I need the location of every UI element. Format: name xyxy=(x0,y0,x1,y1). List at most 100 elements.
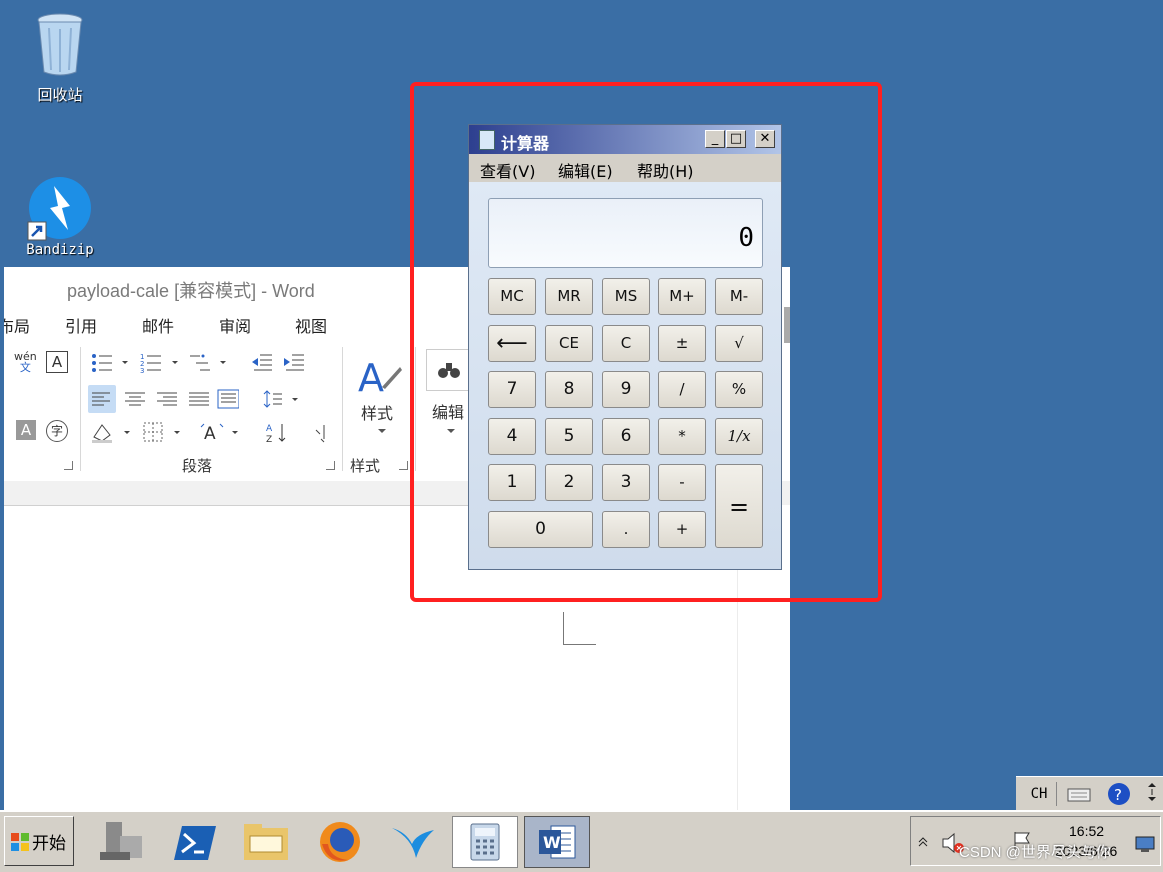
watermark-text: CSDN @世界尽头与你 xyxy=(959,844,1111,861)
file-explorer-icon[interactable] xyxy=(240,818,292,866)
taskbar-word-button[interactable]: W xyxy=(524,816,590,868)
digit-1-button[interactable]: 1 xyxy=(488,464,536,501)
server-manager-icon[interactable] xyxy=(98,818,150,866)
memory-subtract-button[interactable]: M- xyxy=(715,278,763,315)
bandizip-label: Bandizip xyxy=(26,242,94,258)
increase-indent-icon[interactable] xyxy=(282,351,304,373)
sort-icon[interactable]: AZ xyxy=(266,421,288,443)
memory-add-button[interactable]: M+ xyxy=(658,278,706,315)
digit-8-button[interactable]: 8 xyxy=(545,371,593,408)
tab-review[interactable]: 审阅 xyxy=(219,313,251,337)
align-left-icon[interactable] xyxy=(88,385,116,413)
menu-view[interactable]: 查看(V) xyxy=(480,158,535,182)
sqrt-button[interactable]: √ xyxy=(715,325,763,362)
digit-9-button[interactable]: 9 xyxy=(602,371,650,408)
align-right-icon[interactable] xyxy=(155,388,177,410)
chevron-down-icon[interactable] xyxy=(376,427,388,435)
clock-time[interactable]: 16:52 xyxy=(1069,823,1104,839)
close-button[interactable]: ✕ xyxy=(755,130,775,148)
numbering-icon[interactable]: 123 xyxy=(139,351,181,373)
digit-7-button[interactable]: 7 xyxy=(488,371,536,408)
calculator-window[interactable]: 计算器 _ □ ✕ 查看(V) 编辑(E) 帮助(H) 0 MC MR MS M… xyxy=(468,124,782,570)
tab-mailings[interactable]: 邮件 xyxy=(142,313,174,337)
menu-edit[interactable]: 编辑(E) xyxy=(558,158,613,182)
backspace-button[interactable]: ⟵ xyxy=(488,325,536,362)
multilevel-list-icon[interactable] xyxy=(188,351,230,373)
phonetic-guide-bottom: 文 xyxy=(19,361,31,374)
help-icon[interactable]: ? xyxy=(1106,781,1132,807)
powershell-icon[interactable] xyxy=(170,818,222,866)
recycle-bin-label: 回收站 xyxy=(37,86,83,104)
bird-app-icon[interactable] xyxy=(386,818,438,866)
input-language-indicator[interactable]: CH xyxy=(1022,782,1057,806)
menu-help[interactable]: 帮助(H) xyxy=(637,158,694,182)
borders-icon[interactable] xyxy=(142,421,186,443)
bandizip-shortcut[interactable]: Bandizip xyxy=(20,176,100,258)
calculator-menubar: 查看(V) 编辑(E) 帮助(H) xyxy=(469,154,781,182)
memory-recall-button[interactable]: MR xyxy=(545,278,593,315)
sign-button[interactable]: ± xyxy=(658,325,706,362)
justify-icon[interactable] xyxy=(187,388,209,410)
equals-button[interactable]: = xyxy=(715,464,763,548)
keyboard-icon[interactable] xyxy=(1066,783,1092,805)
taskbar-calculator-button[interactable] xyxy=(452,816,518,868)
percent-button[interactable]: % xyxy=(715,371,763,408)
digit-6-button[interactable]: 6 xyxy=(602,418,650,455)
recycle-bin-icon[interactable]: 回收站 xyxy=(20,12,100,105)
divide-button[interactable]: / xyxy=(658,371,706,408)
windows-logo-icon xyxy=(11,833,29,851)
word-title: payload-cale [兼容模式] - Word xyxy=(67,281,315,301)
font-dialog-launcher[interactable] xyxy=(64,461,73,470)
digit-0-button[interactable]: 0 xyxy=(488,511,593,548)
digit-4-button[interactable]: 4 xyxy=(488,418,536,455)
bullets-icon[interactable] xyxy=(90,351,130,373)
svg-text:3: 3 xyxy=(140,367,144,373)
digit-3-button[interactable]: 3 xyxy=(602,464,650,501)
svg-text:W: W xyxy=(543,833,561,852)
language-bar-options-icon[interactable] xyxy=(1144,781,1160,807)
start-label: 开始 xyxy=(32,834,66,854)
minimize-button[interactable]: _ xyxy=(705,130,725,148)
digit-5-button[interactable]: 5 xyxy=(545,418,593,455)
calculator-titlebar[interactable]: 计算器 _ □ ✕ xyxy=(469,125,781,154)
bandizip-icon xyxy=(27,177,91,241)
add-button[interactable]: + xyxy=(658,511,706,548)
tab-references[interactable]: 引用 xyxy=(65,313,97,337)
tab-view[interactable]: 视图 xyxy=(295,313,327,337)
multiply-button[interactable]: * xyxy=(658,418,706,455)
enclose-characters-button[interactable]: 字 xyxy=(46,420,68,442)
start-button[interactable]: 开始 xyxy=(4,816,74,866)
calculator-title: 计算器 xyxy=(501,134,550,153)
network-icon[interactable] xyxy=(1133,835,1157,853)
reciprocal-button[interactable]: 1/x xyxy=(715,418,763,455)
decimal-button[interactable]: . xyxy=(602,511,650,548)
digit-2-button[interactable]: 2 xyxy=(545,464,593,501)
show-hidden-icons-icon[interactable] xyxy=(917,835,929,847)
character-border-button[interactable]: A xyxy=(46,351,68,373)
memory-store-button[interactable]: MS xyxy=(602,278,650,315)
subtract-button[interactable]: - xyxy=(658,464,706,501)
clear-button[interactable]: C xyxy=(602,325,650,362)
chinese-layout-icon[interactable]: A xyxy=(200,421,244,443)
distributed-align-icon[interactable] xyxy=(217,388,239,410)
align-center-icon[interactable] xyxy=(123,388,145,410)
show-marks-icon[interactable] xyxy=(310,421,332,443)
paragraph-dialog-launcher[interactable] xyxy=(326,461,335,470)
decrease-indent-icon[interactable] xyxy=(250,351,272,373)
svg-text:A: A xyxy=(266,424,273,434)
styles-button-label[interactable]: 样式 xyxy=(361,400,393,424)
phonetic-guide-button[interactable]: wén 文 xyxy=(14,351,37,373)
shading-icon[interactable] xyxy=(90,421,134,443)
maximize-button[interactable]: □ xyxy=(726,130,746,148)
line-spacing-icon[interactable] xyxy=(262,388,302,410)
styles-dialog-launcher[interactable] xyxy=(399,461,408,470)
tab-layout[interactable]: 布局 xyxy=(4,313,30,337)
taskbar: 开始 W 16:52 2023/6/26 CSDN @世界尽头与你 xyxy=(0,810,1163,872)
word-icon: W xyxy=(539,825,576,859)
separator xyxy=(342,347,343,471)
memory-clear-button[interactable]: MC xyxy=(488,278,536,315)
character-shading-button[interactable]: A xyxy=(16,420,36,440)
styles-icon[interactable]: A xyxy=(356,353,402,401)
clear-entry-button[interactable]: CE xyxy=(545,325,593,362)
firefox-icon[interactable] xyxy=(314,818,366,866)
